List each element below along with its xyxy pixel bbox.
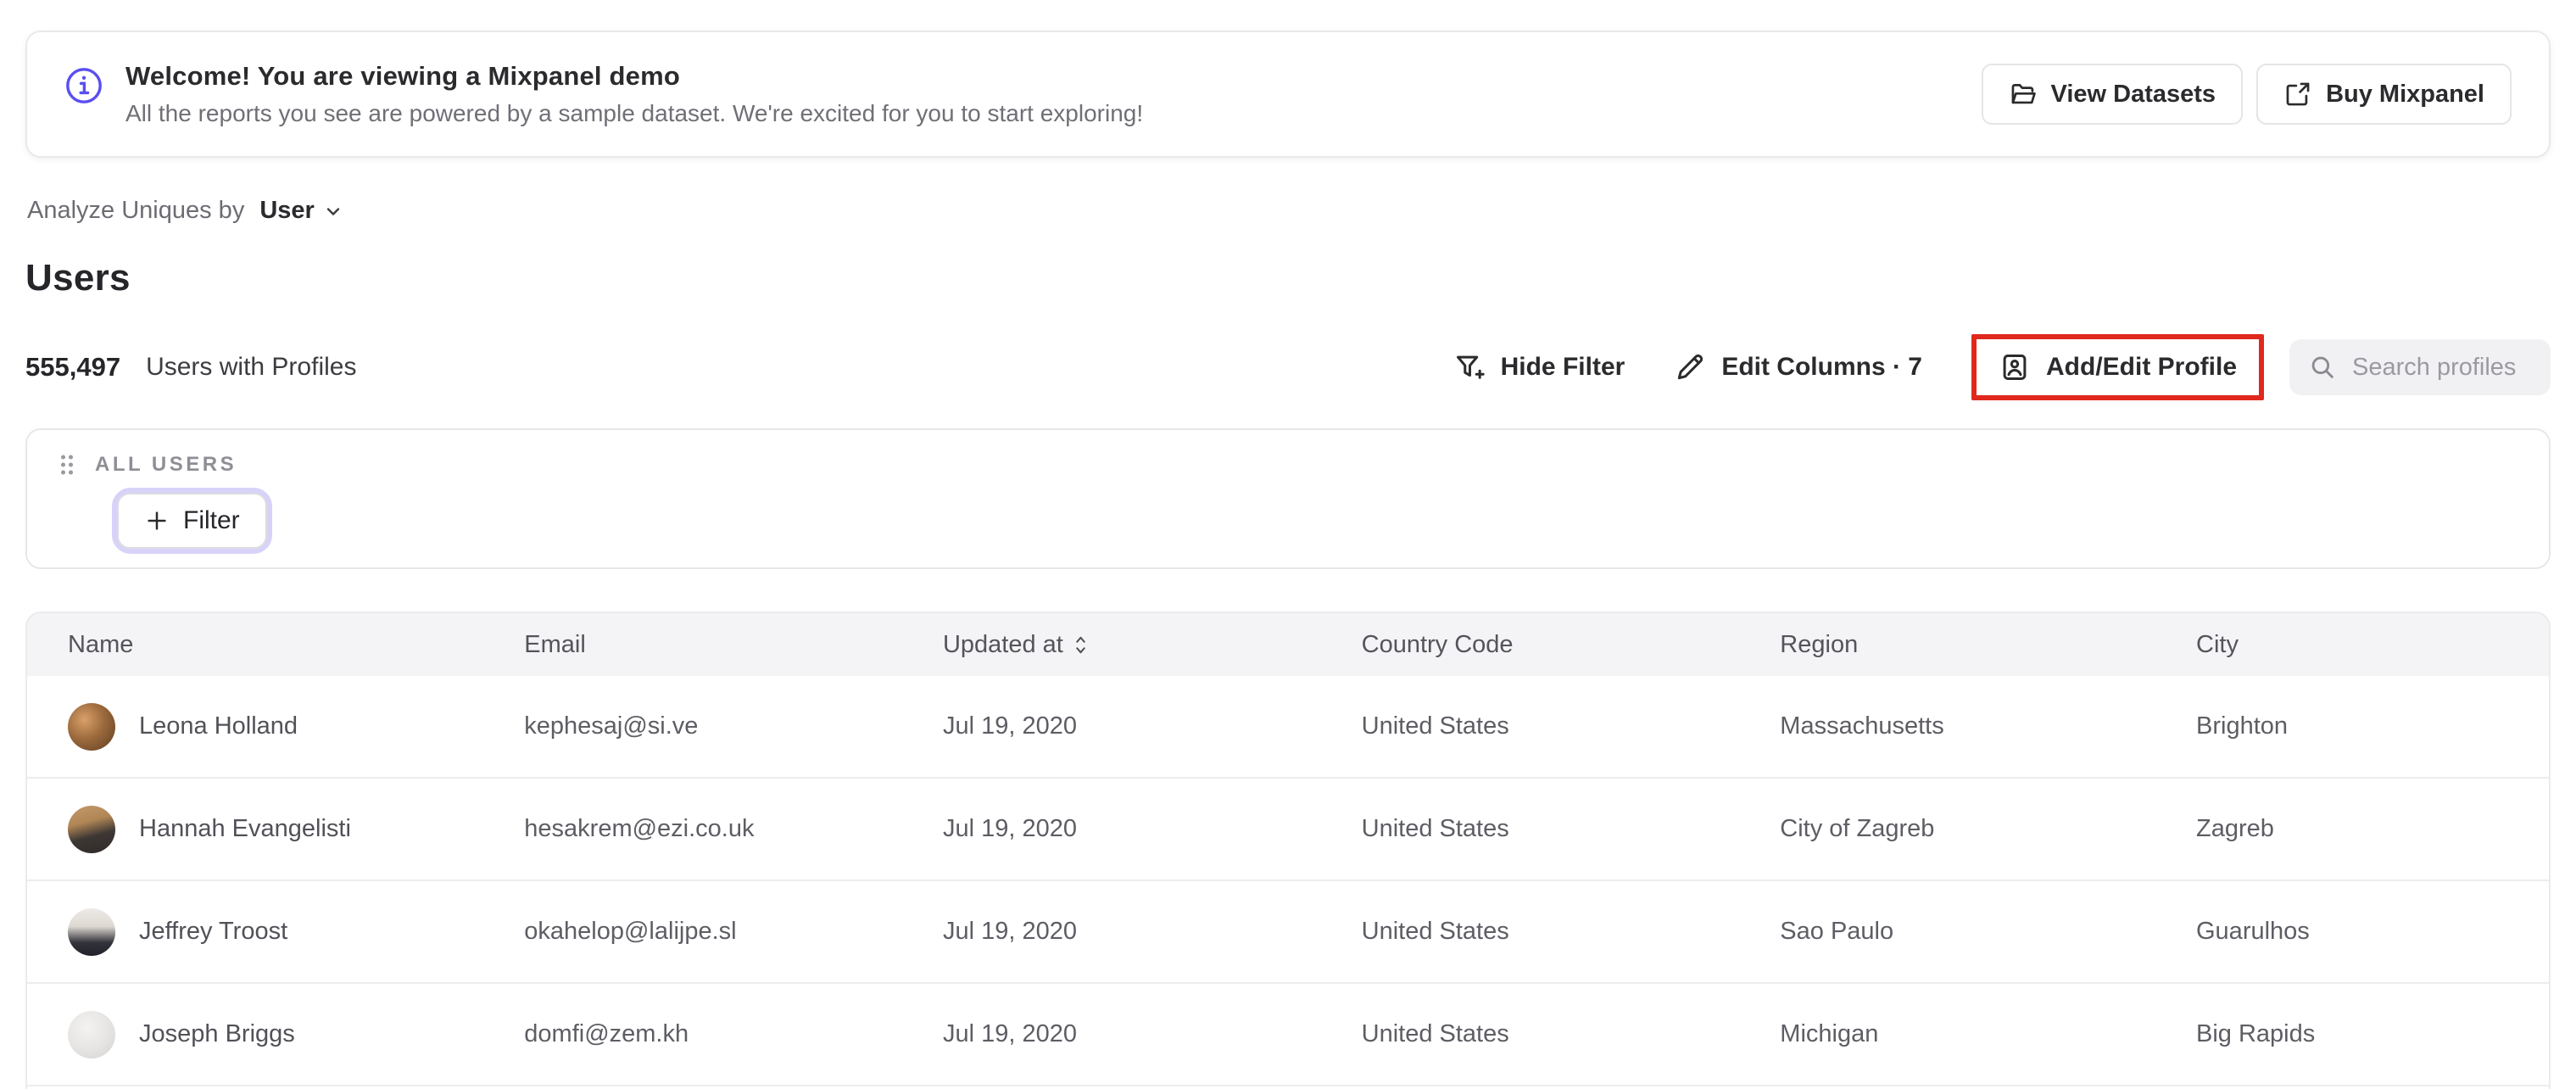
user-country-code: United States (1320, 676, 1740, 778)
users-table: Name Email Updated at Country Code Regio… (25, 612, 2551, 1089)
edit-columns-label: Edit Columns · 7 (1721, 353, 1922, 381)
user-email: okahelop@lalijpe.sl (483, 880, 902, 983)
column-header-updated-at[interactable]: Updated at (901, 613, 1321, 676)
user-name: Hannah Evangelisti (139, 815, 351, 842)
user-email: domfi@zem.kh (483, 982, 902, 1086)
view-datasets-button[interactable]: View Datasets (1981, 64, 2244, 125)
profiles-count: 555,497 (25, 352, 121, 382)
buy-mixpanel-button[interactable]: Buy Mixpanel (2256, 64, 2512, 125)
analyze-entity-dropdown[interactable]: User (259, 197, 343, 225)
user-name: Joseph Briggs (139, 1020, 295, 1047)
user-email: kephesaj@si.ve (483, 676, 902, 778)
user-city: Zagreb (2155, 777, 2549, 880)
buy-mixpanel-label: Buy Mixpanel (2326, 80, 2484, 108)
add-edit-profile-button[interactable]: Add/Edit Profile (1999, 351, 2237, 383)
user-region: Michigan (1739, 982, 2155, 1086)
user-email: hesakrem@ezi.co.uk (483, 777, 902, 880)
user-updated-at: Jul 19, 2020 (901, 676, 1321, 778)
user-updated-at: Jul 19, 2020 (901, 777, 1321, 880)
user-city: Big Rapids (2155, 982, 2549, 1086)
external-link-icon (2283, 80, 2312, 109)
filter-panel: ALL USERS Filter (25, 428, 2551, 569)
avatar (68, 702, 115, 751)
user-updated-at: Jul 19, 2020 (901, 880, 1321, 983)
all-users-group-label: ALL USERS (95, 453, 237, 476)
table-row[interactable]: Joseph Briggs domfi@zem.kh Jul 19, 2020 … (27, 982, 2549, 1086)
analyze-entity-value: User (259, 197, 315, 224)
avatar (68, 1010, 115, 1058)
user-country-code: United States (1320, 982, 1740, 1086)
avatar (68, 805, 115, 853)
avatar (68, 908, 115, 956)
chevron-down-icon (323, 201, 343, 221)
table-row[interactable]: Jeffrey Troost okahelop@lalijpe.sl Jul 1… (27, 880, 2549, 983)
plus-icon (144, 508, 170, 533)
info-icon (64, 66, 103, 105)
sort-icon[interactable] (1073, 633, 1088, 657)
user-city: Guarulhos (2155, 880, 2549, 983)
user-region: Massachusetts (1739, 676, 2155, 778)
edit-columns-button[interactable]: Edit Columns · 7 (1674, 351, 1922, 383)
search-profiles-input[interactable] (2352, 353, 2534, 382)
filter-funnel-plus-icon (1453, 351, 1486, 383)
add-filter-button[interactable]: Filter (117, 493, 267, 549)
table-header-row: Name Email Updated at Country Code Regio… (27, 613, 2549, 676)
banner-subtitle: All the reports you see are powered by a… (125, 100, 1144, 126)
banner-title: Welcome! You are viewing a Mixpanel demo (125, 61, 681, 91)
page-title: Users (25, 257, 131, 299)
analyze-uniques-label: Analyze Uniques by (27, 197, 245, 224)
profiles-count-label: Users with Profiles (146, 353, 357, 381)
user-name: Jeffrey Troost (139, 918, 288, 945)
hide-filter-button[interactable]: Hide Filter (1453, 351, 1625, 383)
column-header-name[interactable]: Name (27, 613, 484, 676)
user-country-code: United States (1320, 880, 1740, 983)
table-row[interactable] (27, 1085, 2549, 1089)
search-icon (2308, 353, 2337, 382)
pencil-icon (1674, 351, 1706, 383)
column-header-country-code[interactable]: Country Code (1320, 613, 1740, 676)
table-row[interactable]: Leona Holland kephesaj@si.ve Jul 19, 202… (27, 676, 2549, 778)
user-region: City of Zagreb (1739, 777, 2155, 880)
folder-icon (2009, 80, 2038, 109)
hide-filter-label: Hide Filter (1500, 353, 1625, 381)
user-updated-at: Jul 19, 2020 (901, 982, 1321, 1086)
add-edit-profile-annotation: Add/Edit Profile (1971, 334, 2264, 400)
drag-handle-icon[interactable] (58, 452, 76, 477)
filter-button-focus-ring: Filter (112, 488, 272, 554)
column-header-city[interactable]: City (2155, 613, 2549, 676)
user-region: Sao Paulo (1739, 880, 2155, 983)
view-datasets-label: View Datasets (2050, 80, 2216, 108)
search-profiles-box[interactable] (2289, 339, 2551, 395)
welcome-banner: Welcome! You are viewing a Mixpanel demo… (25, 31, 2551, 158)
user-name: Leona Holland (139, 712, 298, 740)
user-city: Brighton (2155, 676, 2549, 778)
user-country-code: United States (1320, 777, 1740, 880)
column-header-email[interactable]: Email (483, 613, 902, 676)
table-row[interactable]: Hannah Evangelisti hesakrem@ezi.co.uk Ju… (27, 777, 2549, 880)
add-filter-label: Filter (183, 506, 240, 534)
add-edit-profile-label: Add/Edit Profile (2046, 353, 2237, 381)
column-header-region[interactable]: Region (1739, 613, 2155, 676)
analyze-uniques-row: Analyze Uniques by User (25, 197, 2551, 225)
profile-card-icon (1999, 351, 2031, 383)
